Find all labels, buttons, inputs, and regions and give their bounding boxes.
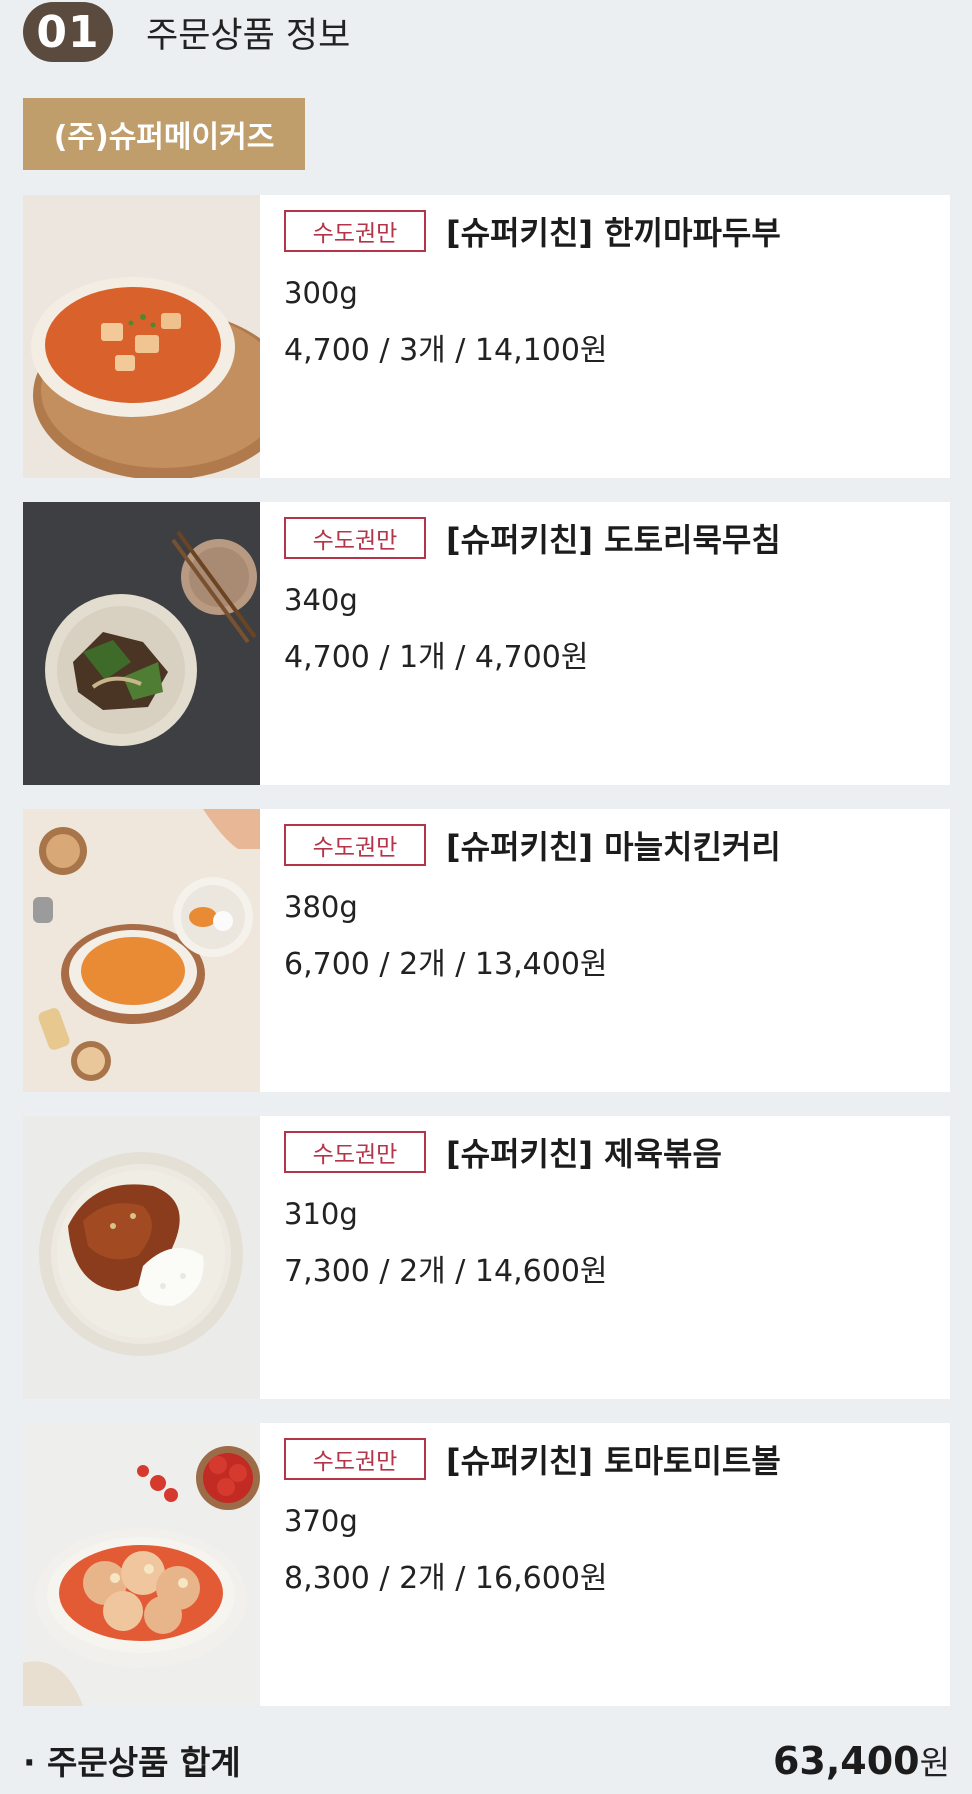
- region-only-badge: 수도권만: [284, 517, 426, 559]
- region-only-badge: 수도권만: [284, 1131, 426, 1173]
- item-info: 수도권만 [슈퍼키친] 제육볶음 310g 7,300 / 2개 / 14,60…: [260, 1116, 950, 1399]
- item-info: 수도권만 [슈퍼키친] 한끼마파두부 300g 4,700 / 3개 / 14,…: [260, 195, 950, 478]
- order-item-list: 수도권만 [슈퍼키친] 한끼마파두부 300g 4,700 / 3개 / 14,…: [23, 195, 950, 1706]
- price-quantity-subtotal: 8,300 / 2개 / 16,600원: [284, 1561, 608, 1596]
- item-info: 수도권만 [슈퍼키친] 마늘치킨커리 380g 6,700 / 2개 / 13,…: [260, 809, 950, 1092]
- price-quantity-subtotal: 4,700 / 3개 / 14,100원: [284, 333, 608, 368]
- order-products-page: 01 주문상품 정보 (주)슈퍼메이커즈 수도권만 [슈퍼키친] 한끼마파두부 …: [0, 0, 972, 1794]
- product-weight: 370g: [284, 1504, 358, 1538]
- item-info: 수도권만 [슈퍼키친] 도토리묵무침 340g 4,700 / 1개 / 4,7…: [260, 502, 950, 785]
- product-name[interactable]: [슈퍼키친] 도토리묵무침: [446, 515, 781, 561]
- item-info: 수도권만 [슈퍼키친] 토마토미트볼 370g 8,300 / 2개 / 16,…: [260, 1423, 950, 1706]
- tomato-meatball-photo[interactable]: [23, 1423, 260, 1706]
- product-weight: 300g: [284, 276, 358, 310]
- section-title: 주문상품 정보: [146, 15, 351, 56]
- section-header: 01 주문상품 정보: [23, 0, 350, 64]
- price-quantity-subtotal: 7,300 / 2개 / 14,600원: [284, 1254, 608, 1289]
- region-only-badge: 수도권만: [284, 1438, 426, 1480]
- mapo-tofu-photo[interactable]: [23, 195, 260, 478]
- order-total-label: · 주문상품 합계: [23, 1743, 241, 1782]
- seller-tag: (주)슈퍼메이커즈: [23, 98, 305, 170]
- order-item[interactable]: 수도권만 [슈퍼키친] 도토리묵무침 340g 4,700 / 1개 / 4,7…: [23, 502, 950, 785]
- spicy-pork-photo[interactable]: [23, 1116, 260, 1399]
- price-quantity-subtotal: 6,700 / 2개 / 13,400원: [284, 947, 608, 982]
- order-item[interactable]: 수도권만 [슈퍼키친] 토마토미트볼 370g 8,300 / 2개 / 16,…: [23, 1423, 950, 1706]
- product-name[interactable]: [슈퍼키친] 한끼마파두부: [446, 208, 781, 254]
- price-quantity-subtotal: 4,700 / 1개 / 4,700원: [284, 640, 589, 675]
- acorn-jelly-salad-photo[interactable]: [23, 502, 260, 785]
- order-total-number: 63,400: [772, 1739, 920, 1783]
- garlic-chicken-curry-photo[interactable]: [23, 809, 260, 1092]
- order-item[interactable]: 수도권만 [슈퍼키친] 마늘치킨커리 380g 6,700 / 2개 / 13,…: [23, 809, 950, 1092]
- region-only-badge: 수도권만: [284, 824, 426, 866]
- product-weight: 380g: [284, 890, 358, 924]
- currency-unit: 원: [919, 1743, 950, 1782]
- product-name[interactable]: [슈퍼키친] 제육볶음: [446, 1129, 722, 1175]
- product-name[interactable]: [슈퍼키친] 토마토미트볼: [446, 1436, 781, 1482]
- region-only-badge: 수도권만: [284, 210, 426, 252]
- order-item[interactable]: 수도권만 [슈퍼키친] 제육볶음 310g 7,300 / 2개 / 14,60…: [23, 1116, 950, 1399]
- product-weight: 310g: [284, 1197, 358, 1231]
- product-name[interactable]: [슈퍼키친] 마늘치킨커리: [446, 822, 781, 868]
- order-item[interactable]: 수도권만 [슈퍼키친] 한끼마파두부 300g 4,700 / 3개 / 14,…: [23, 195, 950, 478]
- step-number-badge: 01: [23, 2, 113, 62]
- product-weight: 340g: [284, 583, 358, 617]
- order-total-row: · 주문상품 합계 63,400원: [23, 1735, 950, 1785]
- order-total-amount: 63,400원: [773, 1736, 950, 1784]
